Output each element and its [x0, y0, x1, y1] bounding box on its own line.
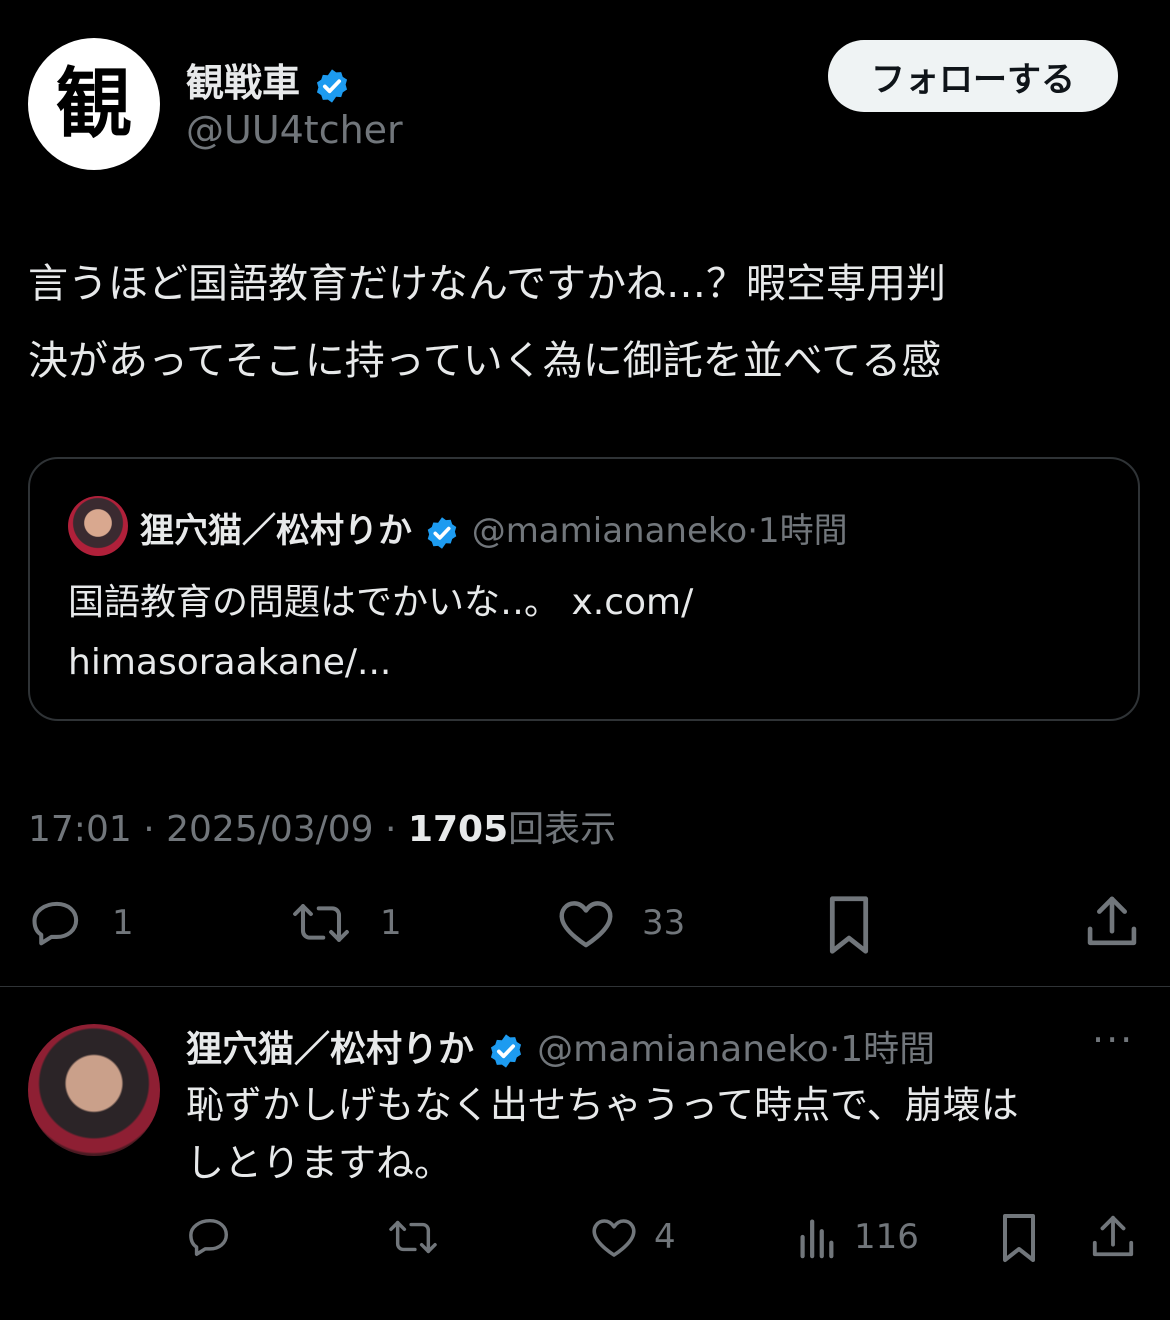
tweet-text-line: 言うほど国語教育だけなんですかね…？暇空専用判 [28, 261, 946, 307]
avatar-logo: 観 [56, 59, 132, 148]
retweet-count: 1 [380, 903, 402, 943]
reply-time: 1時間 [840, 1029, 936, 1070]
quote-author-line: 狸穴猫／松村りか @mamiananeko·1時間 [140, 503, 848, 552]
reply-bookmark-action[interactable] [998, 1212, 1040, 1264]
separator-dot: · [747, 511, 758, 551]
reply-author-handle: @mamiananeko [537, 1029, 829, 1070]
quote-text: 国語教育の問題はでかいな‥。 x.com/ himasoraakane/... [68, 573, 828, 693]
tweet-text-line: 決があってそこに持っていく為に御託を並べてる感 [28, 338, 942, 384]
author-display-name[interactable]: 観戦車 [186, 52, 351, 107]
verified-badge-icon [317, 68, 348, 103]
reply-retweet-action[interactable] [386, 1214, 440, 1260]
more-options-icon[interactable]: ··· [1092, 1018, 1134, 1062]
reply-text: 恥ずかしげもなく出せちゃうって時点で、崩壊は しとりますね。 [186, 1076, 1136, 1192]
bookmark-icon [1003, 1214, 1035, 1262]
retweet-action[interactable]: 1 [288, 896, 402, 950]
heart-icon [592, 1219, 636, 1257]
reply-author-name: 狸穴猫／松村りか [186, 1029, 475, 1070]
separator-dot: · [828, 1029, 841, 1070]
quote-text-line: 国語教育の問題はでかいな‥。 x.com/ [68, 582, 694, 623]
tweet-time[interactable]: 17:01 [28, 809, 132, 850]
divider [0, 986, 1170, 987]
reply-like-count: 4 [654, 1217, 676, 1257]
reply-like-action[interactable]: 4 [590, 1214, 676, 1260]
reply-views-count: 116 [854, 1217, 919, 1257]
like-count: 33 [642, 903, 686, 943]
reply-action[interactable]: 1 [28, 896, 134, 950]
tweet-date[interactable]: 2025/03/09 [166, 809, 374, 850]
retweet-icon [293, 904, 349, 942]
quoted-tweet-card[interactable]: 狸穴猫／松村りか @mamiananeko·1時間 国語教育の問題はでかいな‥。… [28, 457, 1140, 721]
quote-text-line: himasoraakane/... [68, 642, 392, 683]
bookmark-icon [829, 896, 869, 954]
heart-icon [559, 901, 613, 948]
reply-reply-action[interactable] [186, 1214, 234, 1260]
separator-dot: · [143, 809, 167, 850]
reply-count: 1 [112, 903, 134, 943]
retweet-icon [389, 1220, 437, 1254]
follow-button[interactable]: フォローする [828, 40, 1118, 112]
share-action[interactable] [1084, 892, 1140, 952]
bookmark-action[interactable] [824, 894, 874, 956]
share-icon [1092, 1215, 1134, 1257]
share-icon [1087, 896, 1137, 946]
separator-dot: · [385, 809, 408, 850]
reply-icon [32, 901, 79, 946]
author-name-text: 観戦車 [186, 61, 301, 105]
quote-author-avatar [68, 496, 128, 556]
author-avatar[interactable]: 観 [28, 38, 160, 170]
views-count: 1705 [407, 809, 509, 850]
like-action[interactable]: 33 [556, 896, 685, 950]
tweet-meta: 17:01 · 2025/03/09 · 1705回表示 [28, 800, 616, 852]
quote-time: 1時間 [758, 511, 848, 551]
reply-author-line[interactable]: 狸穴猫／松村りか @mamiananeko·1時間 [186, 1020, 935, 1072]
quote-author-name: 狸穴猫／松村りか [140, 511, 412, 551]
reply-share-action[interactable] [1090, 1212, 1136, 1262]
reply-icon [189, 1218, 229, 1256]
views-label: 回表示 [508, 809, 617, 850]
tweet-text: 言うほど国語教育だけなんですかね…？暇空専用判 決があってそこに持っていく為に御… [28, 246, 1138, 400]
author-handle[interactable]: @UU4tcher [186, 108, 403, 152]
verified-badge-icon [427, 516, 457, 549]
verified-badge-icon [490, 1034, 521, 1068]
reply-views-action[interactable]: 116 [796, 1214, 919, 1260]
quote-author-handle: @mamiananeko [471, 511, 748, 551]
reply-text-line: 恥ずかしげもなく出せちゃうって時点で、崩壊は [186, 1083, 1019, 1127]
views-icon [800, 1219, 834, 1259]
reply-text-line: しとりますね。 [186, 1141, 453, 1185]
reply-author-avatar[interactable] [28, 1024, 160, 1156]
